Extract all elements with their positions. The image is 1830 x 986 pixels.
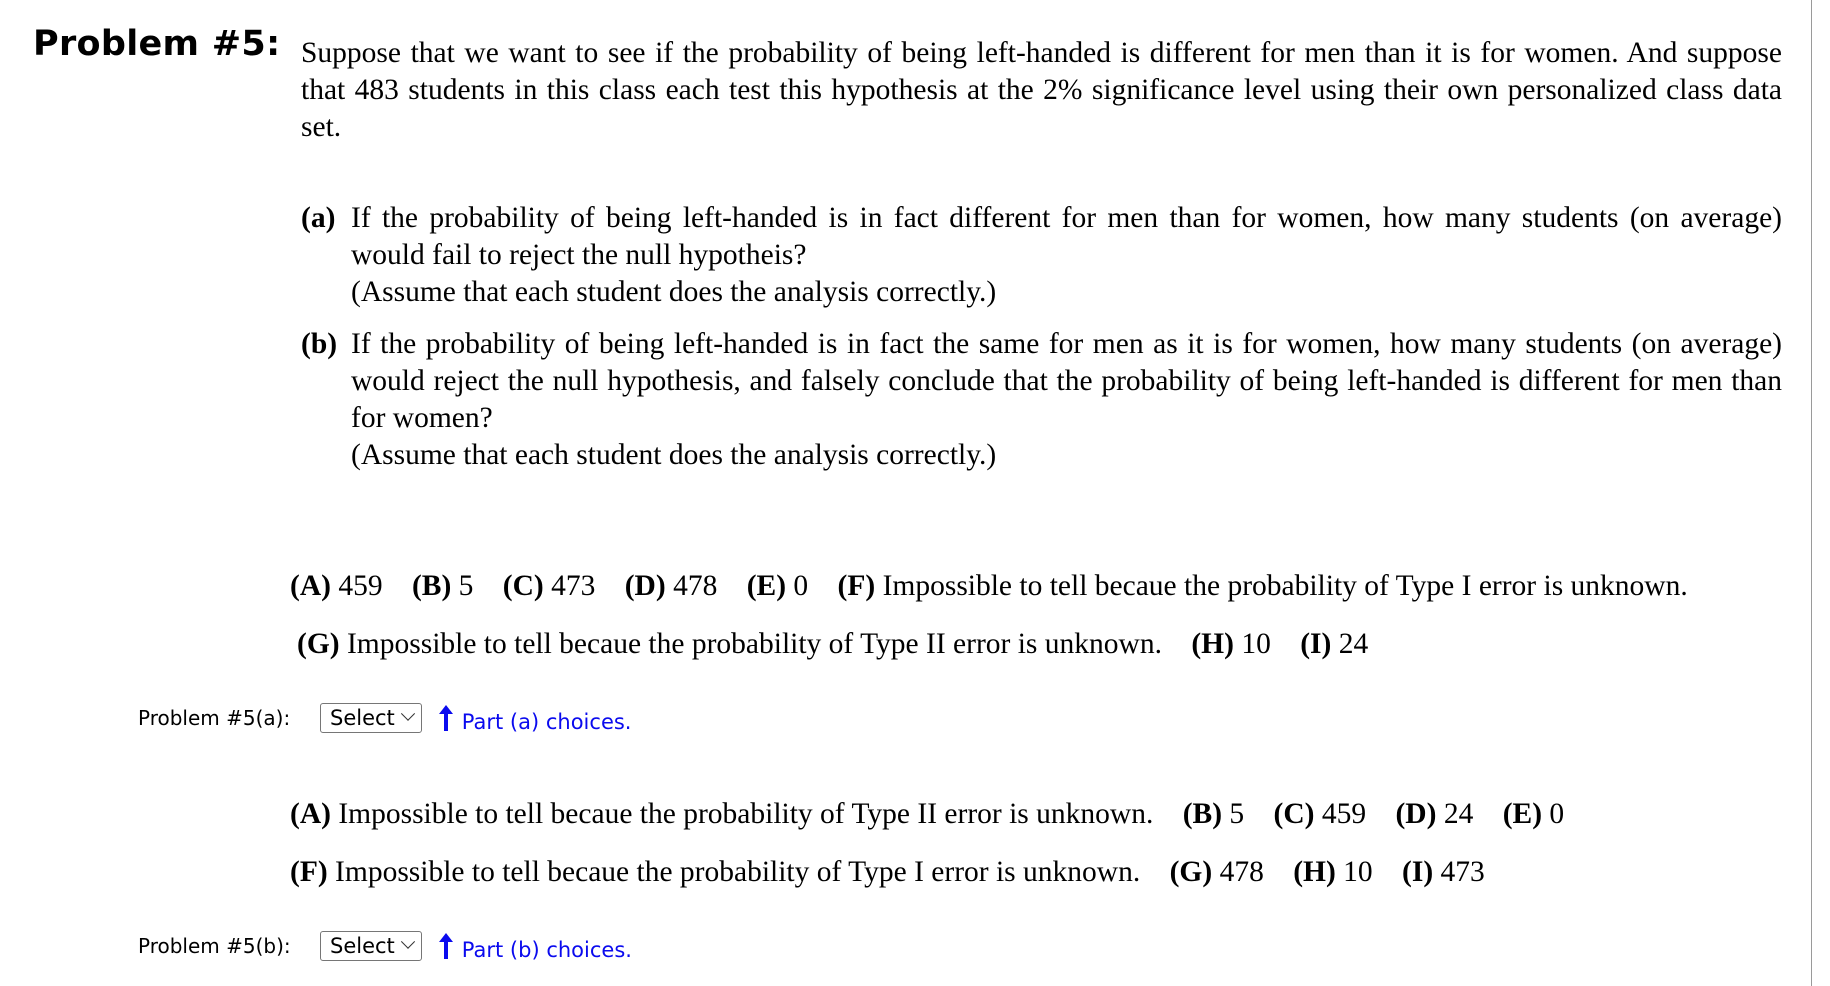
choice-item: (B) 5 [411,570,474,602]
answer-row-a: Problem #5(a): Select Part (a) choices. [138,701,631,735]
part-a-text: If the probability of being left-handed … [351,202,1782,271]
choice-item: (C) 473 [502,570,596,602]
choice-item: (G) Impossible to tell becaue the probab… [297,628,1162,660]
choice-item: (F) Impossible to tell becaue the probab… [290,856,1141,888]
part-b-note: (Assume that each student does the analy… [351,439,997,471]
answer-b-select[interactable]: Select [320,931,422,961]
choice-item: (H) 10 [1293,856,1373,888]
part-b-question: (b) If the probability of being left-han… [301,326,1782,474]
choice-item: (I) 24 [1300,628,1369,660]
chevron-down-icon [400,934,415,949]
choice-item: (G) 478 [1169,856,1264,888]
choice-item: (B) 5 [1182,798,1245,830]
part-a-note: (Assume that each student does the analy… [351,276,997,308]
chevron-down-icon [400,706,415,721]
choice-item: (A) Impossible to tell becaue the probab… [290,798,1154,830]
arrow-up-icon [436,931,456,961]
choice-item: (C) 459 [1273,798,1367,830]
choice-item: (A) 459 [290,570,383,602]
choice-item: (H) 10 [1191,628,1271,660]
part-a-label: (a) [301,202,336,234]
choice-item: (F) Impossible to tell becaue the probab… [837,570,1688,602]
choice-item: (E) 0 [1502,798,1565,830]
answer-row-b: Problem #5(b): Select Part (b) choices. [138,929,632,963]
part-a-choices-hint: Part (a) choices. [461,710,632,734]
choices-a-line-1: (A) 459 (B) 5 (C) 473 (D) 478 (E) 0 (F) … [290,568,1688,605]
choices-b-line-1: (A) Impossible to tell becaue the probab… [290,796,1564,833]
answer-a-label: Problem #5(a): [138,706,291,730]
answer-b-label: Problem #5(b): [138,934,291,958]
arrow-up-icon [436,703,456,733]
problem-intro: Suppose that we want to see if the proba… [301,37,1782,143]
problem-title: Problem #5: [33,24,281,64]
choice-item: (E) 0 [746,570,809,602]
part-a-question: (a) If the probability of being left-han… [301,200,1782,311]
choices-a-line-2: (G) Impossible to tell becaue the probab… [297,626,1368,663]
choice-item: (D) 478 [624,570,718,602]
part-b-choices-hint: Part (b) choices. [461,938,632,962]
answer-a-select[interactable]: Select [320,703,422,733]
choice-item: (I) 473 [1402,856,1485,888]
choice-item: (D) 24 [1395,798,1474,830]
part-b-text: If the probability of being left-handed … [351,328,1782,434]
right-border [1811,0,1812,986]
choices-b-line-2: (F) Impossible to tell becaue the probab… [290,854,1485,891]
part-b-label: (b) [301,328,338,360]
